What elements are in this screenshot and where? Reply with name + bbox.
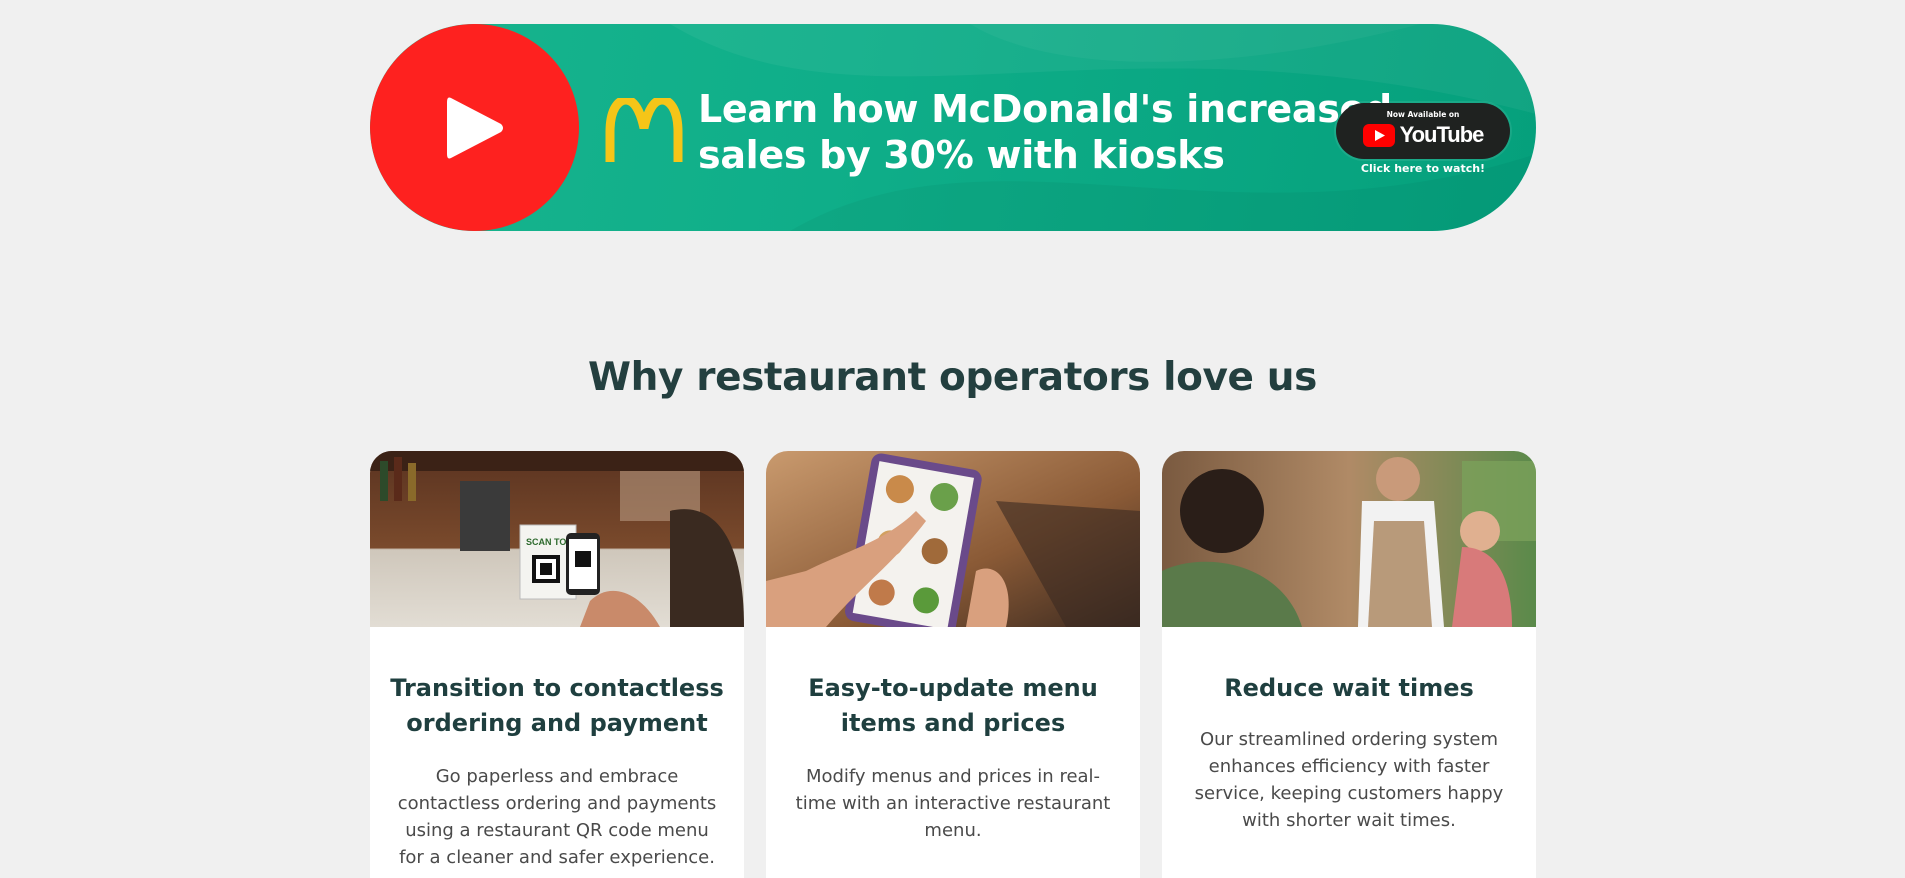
watch-link[interactable]: Click here to watch! [1336,162,1510,175]
headline-line-2: sales by 30% with kiosks [698,133,1225,177]
qr-code-ordering-photo: SCAN TO PAY [370,451,744,627]
mcdonalds-video-banner[interactable]: Learn how McDonald's increased sales by … [370,24,1536,231]
feature-card-wait-times: Reduce wait times Our streamlined orderi… [1162,451,1536,878]
tablet-menu-photo [766,451,1140,627]
card-description: Modify menus and prices in real-time wit… [795,766,1111,841]
play-icon [446,97,503,158]
youtube-logo-icon [1362,123,1395,147]
section-title: Why restaurant operators love us [588,355,1317,400]
card-title: Easy-to-update menu items and prices [808,674,1098,737]
page: Learn how McDonald's increased sales by … [0,0,1905,878]
youtube-badge[interactable]: Now Available on YouTube [1336,103,1510,159]
card-description: Go paperless and embrace contactless ord… [397,766,717,868]
card-title: Transition to contactless ordering and p… [390,674,724,737]
card-title: Reduce wait times [1224,674,1474,702]
feature-card-contactless: SCAN TO PAY Transition to contactless or… [370,451,744,878]
card-description: Our streamlined ordering system enhances… [1194,729,1504,831]
play-button[interactable] [370,24,579,231]
mcdonalds-arches-logo [605,98,683,162]
youtube-available-label: Now Available on [1386,110,1460,119]
headline-line-1: Learn how McDonald's increased [698,87,1392,131]
banner-headline: Learn how McDonald's increased sales by … [698,86,1392,178]
youtube-wordmark: YouTube [1399,122,1485,147]
waiter-serving-photo [1162,451,1536,627]
feature-card-menu-updates: Easy-to-update menu items and prices Mod… [766,451,1140,878]
